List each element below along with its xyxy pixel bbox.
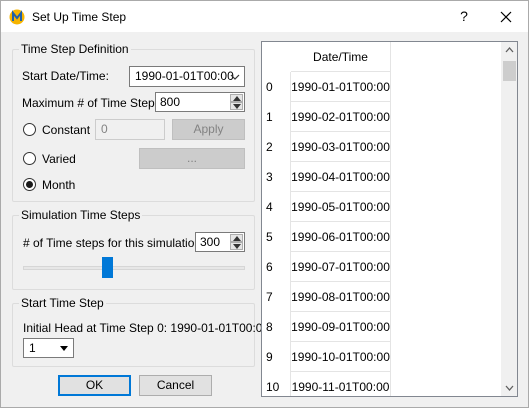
arrow-up-icon bbox=[233, 96, 241, 101]
spin-down-button[interactable] bbox=[230, 102, 243, 110]
varied-label: Varied bbox=[42, 152, 76, 166]
start-date-combo[interactable]: 1990-01-01T00:00 bbox=[129, 66, 245, 87]
simulation-steps-spinbox[interactable]: 300 bbox=[195, 232, 245, 252]
start-step-combo[interactable]: 1 bbox=[23, 338, 74, 358]
table-cell[interactable]: 1990-03-01T00:00 bbox=[291, 132, 391, 162]
caret-down-icon bbox=[60, 346, 68, 351]
arrow-down-icon bbox=[233, 104, 241, 109]
varied-browse-button[interactable]: ... bbox=[139, 148, 245, 169]
month-radio[interactable] bbox=[23, 178, 36, 191]
arrow-down-icon bbox=[233, 244, 241, 249]
title-bar: Set Up Time Step ? bbox=[1, 1, 528, 32]
group-title: Start Time Step bbox=[19, 296, 106, 310]
chevron-down-icon bbox=[230, 74, 240, 80]
max-time-steps-value: 800 bbox=[160, 95, 181, 109]
group-title: Time Step Definition bbox=[19, 42, 131, 56]
max-time-steps-label: Maximum # of Time Steps: bbox=[22, 96, 165, 110]
row-header[interactable]: 7 bbox=[262, 282, 291, 312]
close-button[interactable] bbox=[483, 1, 528, 32]
spin-up-button[interactable] bbox=[230, 234, 243, 242]
row-header[interactable]: 2 bbox=[262, 132, 291, 162]
scroll-up-button[interactable] bbox=[501, 42, 517, 59]
spin-up-button[interactable] bbox=[230, 94, 243, 102]
apply-button[interactable]: Apply bbox=[172, 119, 245, 140]
arrow-up-icon bbox=[505, 47, 514, 53]
spin-buttons bbox=[230, 234, 243, 250]
max-time-steps-spinbox[interactable]: 800 bbox=[155, 92, 245, 112]
row-header[interactable]: 10 bbox=[262, 372, 291, 396]
app-logo-icon bbox=[9, 9, 25, 25]
simulation-steps-label: # of Time steps for this simulation: bbox=[23, 236, 205, 250]
simulation-steps-value: 300 bbox=[200, 235, 221, 249]
table-cell[interactable]: 1990-08-01T00:00 bbox=[291, 282, 391, 312]
table-cell[interactable]: 1990-09-01T00:00 bbox=[291, 312, 391, 342]
scroll-thumb[interactable] bbox=[503, 61, 516, 81]
scroll-down-button[interactable] bbox=[501, 379, 517, 396]
row-header[interactable]: 6 bbox=[262, 252, 291, 282]
month-label: Month bbox=[42, 178, 76, 192]
spin-down-button[interactable] bbox=[230, 242, 243, 250]
table-cell[interactable]: 1990-04-01T00:00 bbox=[291, 162, 391, 192]
row-header[interactable]: 8 bbox=[262, 312, 291, 342]
initial-head-label: Initial Head at Time Step 0: 1990-01-01T… bbox=[23, 321, 270, 335]
ok-button[interactable]: OK bbox=[58, 375, 131, 396]
table-cell[interactable]: 1990-11-01T00:00 bbox=[291, 372, 391, 396]
help-button[interactable]: ? bbox=[446, 1, 482, 32]
window-title: Set Up Time Step bbox=[32, 10, 127, 24]
constant-label: Constant bbox=[42, 123, 91, 137]
time-step-table[interactable]: Date/Time 0 1990-01-01T00:00 1 1990-02-01T0… bbox=[261, 41, 518, 397]
constant-radio[interactable] bbox=[23, 123, 36, 136]
row-header[interactable]: 9 bbox=[262, 342, 291, 372]
cancel-button[interactable]: Cancel bbox=[139, 375, 212, 396]
column-header-date-time[interactable]: Date/Time bbox=[291, 42, 391, 72]
start-step-value: 1 bbox=[29, 341, 36, 355]
row-header[interactable]: 3 bbox=[262, 162, 291, 192]
start-date-label: Start Date/Time: bbox=[22, 69, 109, 83]
simulation-slider-handle[interactable] bbox=[102, 257, 113, 278]
table-cell[interactable]: 1990-05-01T00:00 bbox=[291, 192, 391, 222]
close-icon bbox=[500, 11, 511, 23]
table-cell[interactable]: 1990-02-01T00:00 bbox=[291, 102, 391, 132]
set-up-time-step-dialog: Set Up Time Step ? Time Step Definition … bbox=[0, 0, 529, 408]
row-header[interactable]: 1 bbox=[262, 102, 291, 132]
start-date-value: 1990-01-01T00:00 bbox=[135, 69, 234, 83]
row-header[interactable]: 0 bbox=[262, 72, 291, 102]
table-cell[interactable]: 1990-10-01T00:00 bbox=[291, 342, 391, 372]
simulation-time-steps-group: Simulation Time Steps bbox=[12, 208, 255, 290]
simulation-slider-track[interactable] bbox=[23, 266, 245, 270]
vertical-scrollbar[interactable] bbox=[501, 42, 517, 396]
arrow-up-icon bbox=[233, 236, 241, 241]
table-cell[interactable]: 1990-01-01T00:00 bbox=[291, 72, 391, 102]
group-title: Simulation Time Steps bbox=[19, 208, 143, 222]
spin-buttons bbox=[230, 94, 243, 110]
constant-input[interactable]: 0 bbox=[95, 119, 165, 140]
table-cell[interactable]: 1990-07-01T00:00 bbox=[291, 252, 391, 282]
varied-radio[interactable] bbox=[23, 152, 36, 165]
table-cell[interactable]: 1990-06-01T00:00 bbox=[291, 222, 391, 252]
row-header[interactable]: 4 bbox=[262, 192, 291, 222]
arrow-down-icon bbox=[505, 385, 514, 391]
row-header[interactable]: 5 bbox=[262, 222, 291, 252]
